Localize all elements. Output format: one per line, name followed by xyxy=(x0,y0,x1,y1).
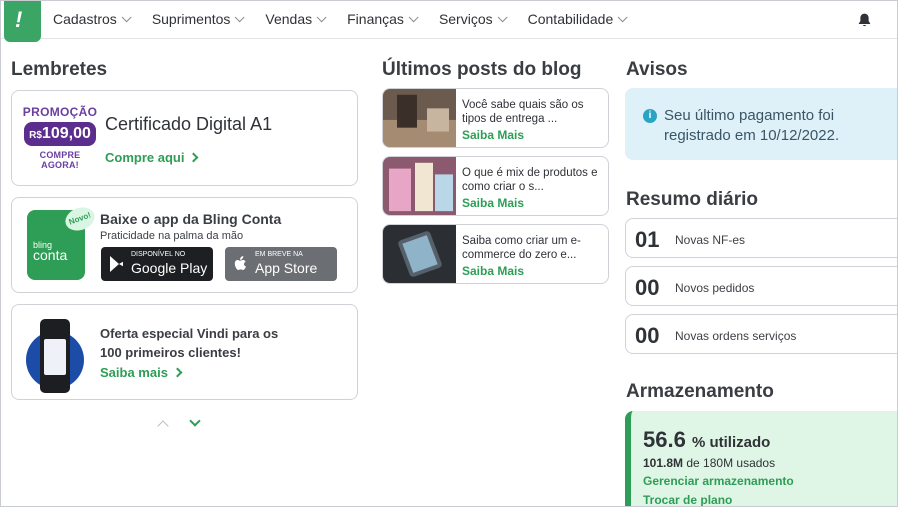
chevron-down-icon xyxy=(497,11,508,22)
resumo-count: 01 xyxy=(635,227,660,252)
link-label: Compre aqui xyxy=(105,150,185,165)
resumo-count: 00 xyxy=(635,275,660,300)
blog-saiba-mais-link[interactable]: Saiba Mais xyxy=(462,128,524,142)
bling-logo[interactable]: ! xyxy=(4,1,41,42)
logo-glyph: ! xyxy=(15,7,23,32)
blog-saiba-mais-link[interactable]: Saiba Mais xyxy=(462,264,524,278)
app-title: Baixe o app da Bling Conta xyxy=(100,211,282,227)
info-icon: i xyxy=(643,109,657,123)
top-navigation: ! Cadastros Suprimentos Vendas Finanças … xyxy=(1,1,897,42)
vindi-screen xyxy=(44,339,66,375)
promo-title: Certificado Digital A1 xyxy=(105,114,273,134)
resumo-item-pedidos[interactable]: 00 Novos pedidos xyxy=(625,266,897,306)
new-badge: Novo! xyxy=(62,203,98,235)
vindi-card[interactable]: Oferta especial Vindi para os 100 primei… xyxy=(11,304,358,400)
promo-card[interactable]: PROMOÇÃO R$109,00 COMPRE AGORA! Certific… xyxy=(11,90,358,186)
blog-title: Últimos posts do blog xyxy=(382,59,582,80)
blog-post-excerpt: Saiba como criar um e-commerce do zero e… xyxy=(462,235,581,261)
storage-percent-value: 56.6 xyxy=(643,427,686,452)
resumo-item-nfes[interactable]: 01 Novas NF-es xyxy=(625,218,897,258)
promo-price: R$109,00 xyxy=(24,122,96,146)
phone-art-text: bling conta xyxy=(33,240,68,263)
promo-badge-bottom: COMPRE AGORA! xyxy=(39,150,81,170)
bell-icon[interactable] xyxy=(857,12,872,28)
blog-post-excerpt: Você sabe quais são os tipos de entrega … xyxy=(462,99,584,125)
menu-label: Serviços xyxy=(438,11,493,27)
menu-vendas[interactable]: Vendas xyxy=(265,11,327,27)
storage-used-amount: 101.8M xyxy=(643,456,684,470)
blog-post-card[interactable]: O que é mix de produtos e como criar o s… xyxy=(382,156,609,216)
app-card: Novo! bling conta Baixe o app da Bling Co… xyxy=(11,197,358,293)
menu-cadastros[interactable]: Cadastros xyxy=(53,11,132,27)
promo-badge: PROMOÇÃO R$109,00 COMPRE AGORA! xyxy=(21,105,99,170)
app-store-button[interactable]: EM BREVE NA App Store xyxy=(225,247,337,281)
chevron-down-icon xyxy=(121,11,132,22)
chevron-down-icon xyxy=(235,11,245,22)
notice-message: Seu último pagamento foi registrado em 1… xyxy=(664,107,840,144)
storage-used-rest: de 180M usados xyxy=(686,456,776,470)
chevron-down-icon xyxy=(408,11,419,22)
blog-post-card[interactable]: Saiba como criar um e-commerce do zero e… xyxy=(382,224,609,284)
lembretes-title: Lembretes xyxy=(11,59,108,80)
resumo-item-ordens[interactable]: 00 Novas ordens serviços xyxy=(625,314,897,354)
google-play-large: Google Play xyxy=(131,260,208,276)
change-plan-link[interactable]: Trocar de plano xyxy=(643,493,732,506)
google-play-button[interactable]: DISPONÍVEL NO Google Play xyxy=(101,247,213,281)
menu-financas[interactable]: Finanças xyxy=(347,11,419,27)
blog-post-excerpt: O que é mix de produtos e como criar o s… xyxy=(462,167,598,193)
menu-label: Cadastros xyxy=(53,11,117,27)
vindi-saiba-mais-link[interactable]: Saiba mais xyxy=(100,365,183,380)
resumo-label: Novas NF-es xyxy=(675,233,746,247)
menu-contabilidade[interactable]: Contabilidade xyxy=(527,11,628,27)
armazenamento-title: Armazenamento xyxy=(626,381,774,402)
avisos-title: Avisos xyxy=(626,59,688,80)
google-play-icon xyxy=(110,256,123,272)
app-window: ! Cadastros Suprimentos Vendas Finanças … xyxy=(0,0,898,507)
menu-label: Finanças xyxy=(347,11,404,27)
app-subtitle: Praticidade na palma da mão xyxy=(100,230,244,242)
blog-post-image xyxy=(383,225,456,283)
resumo-title: Resumo diário xyxy=(626,189,758,210)
vindi-title: Oferta especial Vindi para os 100 primei… xyxy=(100,326,279,360)
blog-post-card[interactable]: Você sabe quais são os tipos de entrega … xyxy=(382,88,609,148)
storage-used: 101.8M de 180M usados xyxy=(643,456,775,470)
menu-label: Contabilidade xyxy=(527,11,614,27)
promo-price-value: 109,00 xyxy=(41,125,91,142)
menu-servicos[interactable]: Serviços xyxy=(438,11,508,27)
resumo-label: Novas ordens serviços xyxy=(675,329,797,343)
promo-badge-top: PROMOÇÃO xyxy=(22,105,98,119)
google-play-small: DISPONÍVEL NO xyxy=(131,251,186,258)
payment-notice: i Seu último pagamento foi registrado em… xyxy=(625,88,897,160)
resumo-label: Novos pedidos xyxy=(675,281,755,295)
blog-post-image xyxy=(383,89,456,147)
app-store-small: EM BREVE NA xyxy=(255,251,303,258)
storage-panel: 56.6 % utilizado 101.8M de 180M usados G… xyxy=(625,411,897,506)
chevron-down-icon xyxy=(617,11,628,22)
link-label: Saiba mais xyxy=(100,365,168,380)
phone-art-name: conta xyxy=(33,247,68,263)
apple-icon xyxy=(234,256,246,270)
blog-saiba-mais-link[interactable]: Saiba Mais xyxy=(462,196,524,210)
chevron-right-icon xyxy=(172,367,183,378)
bling-conta-phone-illustration: Novo! bling conta xyxy=(27,203,98,280)
menu-label: Vendas xyxy=(265,11,313,27)
blog-post-image xyxy=(383,157,456,215)
main-menu: Cadastros Suprimentos Vendas Finanças Se… xyxy=(53,11,648,27)
manage-storage-link[interactable]: Gerenciar armazenamento xyxy=(643,474,794,488)
menu-suprimentos[interactable]: Suprimentos xyxy=(151,11,245,27)
chevron-down-icon xyxy=(316,11,327,22)
menu-label: Suprimentos xyxy=(151,11,231,27)
chevron-down-icon[interactable] xyxy=(189,415,201,427)
app-store-large: App Store xyxy=(255,260,318,276)
storage-percent-suffix: % utilizado xyxy=(691,434,771,451)
chevron-right-icon xyxy=(189,152,199,163)
compre-aqui-link[interactable]: Compre aqui xyxy=(105,150,199,165)
resumo-count: 00 xyxy=(635,323,660,348)
chevron-up-icon[interactable] xyxy=(157,420,169,432)
vindi-device-illustration xyxy=(26,317,86,393)
promo-currency: R$ xyxy=(29,130,42,141)
storage-percent: 56.6 % utilizado xyxy=(643,427,770,453)
